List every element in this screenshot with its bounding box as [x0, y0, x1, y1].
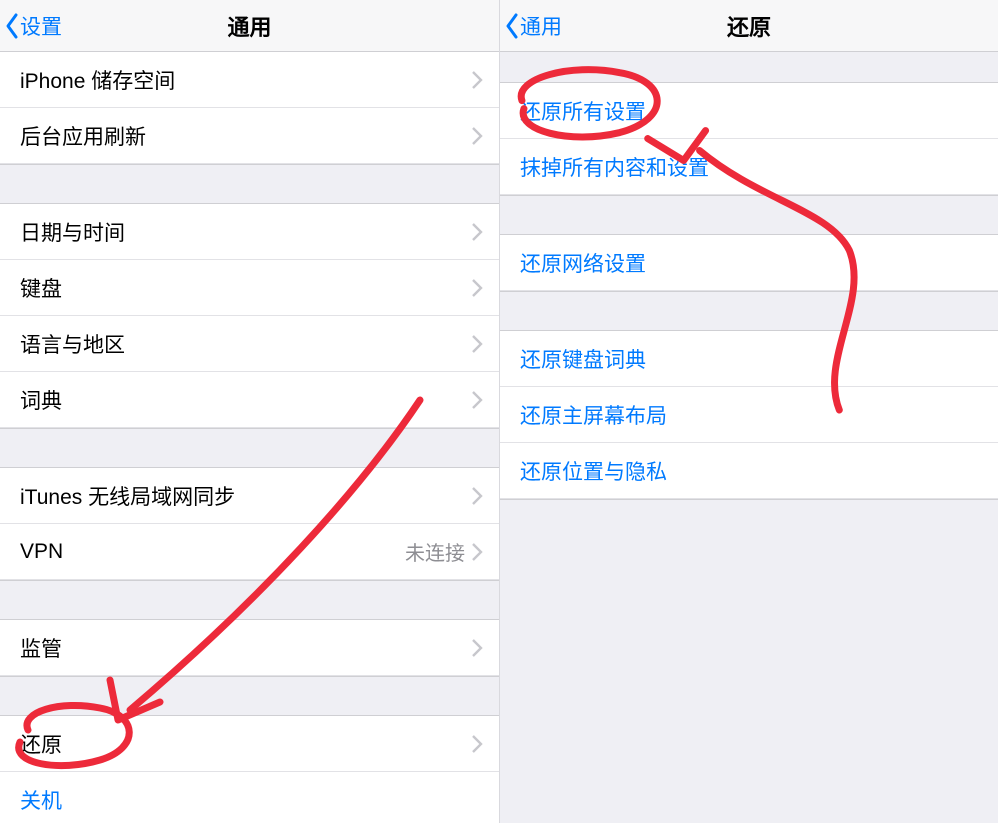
row-shutdown[interactable]: 关机 — [0, 772, 499, 823]
row-label: 还原所有设置 — [520, 96, 982, 126]
row-label: iTunes 无线局域网同步 — [20, 481, 471, 511]
chevron-right-icon — [471, 278, 483, 298]
back-button[interactable]: 通用 — [500, 0, 568, 51]
chevron-right-icon — [471, 542, 483, 562]
group-reset-other: 还原键盘词典 还原主屏幕布局 还原位置与隐私 — [500, 330, 998, 500]
row-reset-location-privacy[interactable]: 还原位置与隐私 — [500, 443, 998, 499]
row-label: 键盘 — [20, 273, 471, 303]
group-reset-network: 还原网络设置 — [500, 234, 998, 292]
chevron-right-icon — [471, 70, 483, 90]
row-label: 词典 — [20, 385, 471, 415]
row-reset-keyboard-dict[interactable]: 还原键盘词典 — [500, 331, 998, 387]
chevron-left-icon — [504, 12, 520, 40]
row-label: 还原网络设置 — [520, 248, 982, 278]
group-gap — [500, 52, 998, 82]
page-title: 还原 — [500, 10, 998, 42]
chevron-left-icon — [4, 12, 20, 40]
row-label: 语言与地区 — [20, 329, 471, 359]
group-gap — [0, 677, 499, 715]
row-value: 未连接 — [405, 537, 465, 566]
nav-bar: 设置 通用 — [0, 0, 499, 52]
group-reset-all: 还原所有设置 抹掉所有内容和设置 — [500, 82, 998, 196]
back-button[interactable]: 设置 — [0, 0, 68, 51]
chevron-right-icon — [471, 222, 483, 242]
group-network: iTunes 无线局域网同步 VPN 未连接 — [0, 467, 499, 581]
nav-bar: 通用 还原 — [500, 0, 998, 52]
row-label: 还原位置与隐私 — [520, 456, 982, 486]
chevron-right-icon — [471, 334, 483, 354]
row-reset-network[interactable]: 还原网络设置 — [500, 235, 998, 291]
back-label: 通用 — [520, 11, 562, 41]
row-label: 后台应用刷新 — [20, 121, 471, 151]
group-gap — [0, 581, 499, 619]
group-supervision: 监管 — [0, 619, 499, 677]
row-reset-all-settings[interactable]: 还原所有设置 — [500, 83, 998, 139]
screen-reset: 通用 还原 还原所有设置 抹掉所有内容和设置 还原网络设置 还原键盘词典 — [499, 0, 998, 823]
row-label: 日期与时间 — [20, 217, 471, 247]
row-erase-all[interactable]: 抹掉所有内容和设置 — [500, 139, 998, 195]
row-itunes-wifi-sync[interactable]: iTunes 无线局域网同步 — [0, 468, 499, 524]
group-gap — [500, 292, 998, 330]
row-reset[interactable]: 还原 — [0, 716, 499, 772]
group-gap — [500, 196, 998, 234]
reset-content: 还原所有设置 抹掉所有内容和设置 还原网络设置 还原键盘词典 还原主屏幕布局 还… — [500, 52, 998, 823]
row-label: VPN — [20, 540, 405, 564]
group-storage: iPhone 储存空间 后台应用刷新 — [0, 52, 499, 165]
settings-content: iPhone 储存空间 后台应用刷新 日期与时间 键盘 语言与地区 — [0, 52, 499, 823]
row-label: 还原主屏幕布局 — [520, 400, 982, 430]
row-dictionary[interactable]: 词典 — [0, 372, 499, 428]
row-supervision[interactable]: 监管 — [0, 620, 499, 676]
group-gap — [0, 429, 499, 467]
row-date-time[interactable]: 日期与时间 — [0, 204, 499, 260]
back-label: 设置 — [20, 11, 62, 41]
row-label: 关机 — [20, 785, 483, 815]
chevron-right-icon — [471, 126, 483, 146]
chevron-right-icon — [471, 390, 483, 410]
row-keyboard[interactable]: 键盘 — [0, 260, 499, 316]
group-reset: 还原 关机 — [0, 715, 499, 823]
row-label: 抹掉所有内容和设置 — [520, 152, 982, 182]
row-iphone-storage[interactable]: iPhone 储存空间 — [0, 52, 499, 108]
screen-general: 设置 通用 iPhone 储存空间 后台应用刷新 日期与时间 键盘 — [0, 0, 499, 823]
row-label: iPhone 储存空间 — [20, 65, 471, 95]
row-background-refresh[interactable]: 后台应用刷新 — [0, 108, 499, 164]
group-gap — [0, 165, 499, 203]
row-vpn[interactable]: VPN 未连接 — [0, 524, 499, 580]
row-language-region[interactable]: 语言与地区 — [0, 316, 499, 372]
page-title: 通用 — [0, 10, 499, 42]
row-label: 监管 — [20, 633, 471, 663]
row-label: 还原键盘词典 — [520, 344, 982, 374]
row-reset-homescreen[interactable]: 还原主屏幕布局 — [500, 387, 998, 443]
chevron-right-icon — [471, 734, 483, 754]
chevron-right-icon — [471, 486, 483, 506]
group-datetime: 日期与时间 键盘 语言与地区 词典 — [0, 203, 499, 429]
chevron-right-icon — [471, 638, 483, 658]
row-label: 还原 — [20, 729, 471, 759]
